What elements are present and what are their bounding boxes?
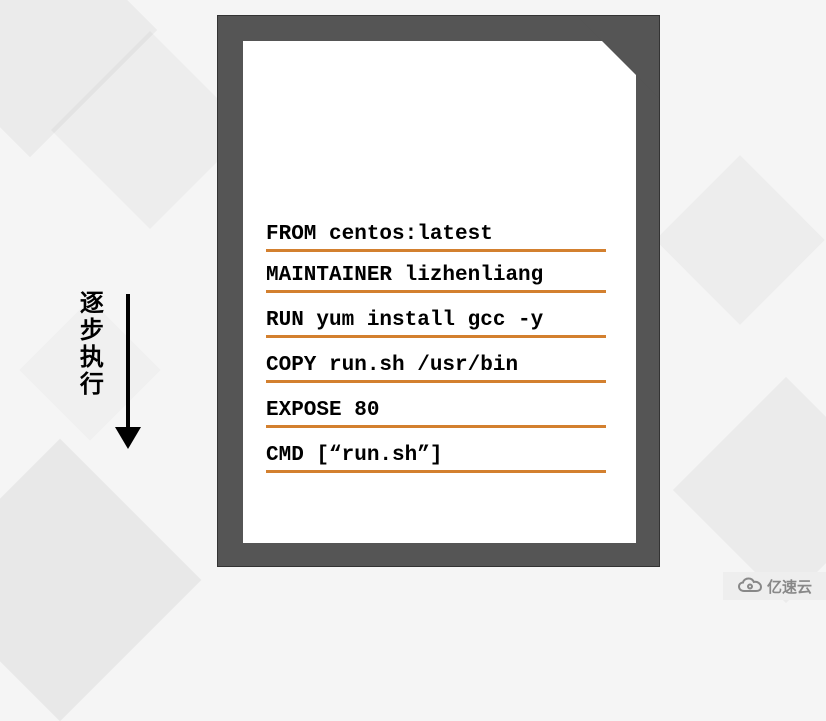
dockerfile-document: FROM centos:latest MAINTAINER lizhenlian… (217, 15, 660, 567)
dockerfile-content: FROM centos:latest MAINTAINER lizhenlian… (266, 223, 606, 473)
dockerfile-cmd: CMD [“run.sh”] (266, 444, 606, 473)
dockerfile-copy: COPY run.sh /usr/bin (266, 354, 606, 383)
bg-polygon (655, 155, 825, 325)
bg-polygon (673, 377, 826, 603)
cloud-icon (737, 577, 763, 595)
dockerfile-run: RUN yum install gcc -y (266, 309, 606, 338)
bg-polygon (0, 439, 201, 721)
execution-label: 逐步执行 (75, 290, 101, 398)
dockerfile-expose: EXPOSE 80 (266, 399, 606, 428)
arrow-down-icon (126, 294, 130, 429)
watermark-text: 亿速云 (767, 576, 812, 597)
document-fold-corner (577, 16, 659, 98)
dockerfile-from: FROM centos:latest (266, 223, 606, 252)
watermark-badge: 亿速云 (723, 572, 826, 600)
document-page: FROM centos:latest MAINTAINER lizhenlian… (243, 41, 636, 543)
execution-flow-indicator: 逐步执行 (75, 290, 210, 429)
dockerfile-maintainer: MAINTAINER lizhenliang (266, 264, 606, 293)
